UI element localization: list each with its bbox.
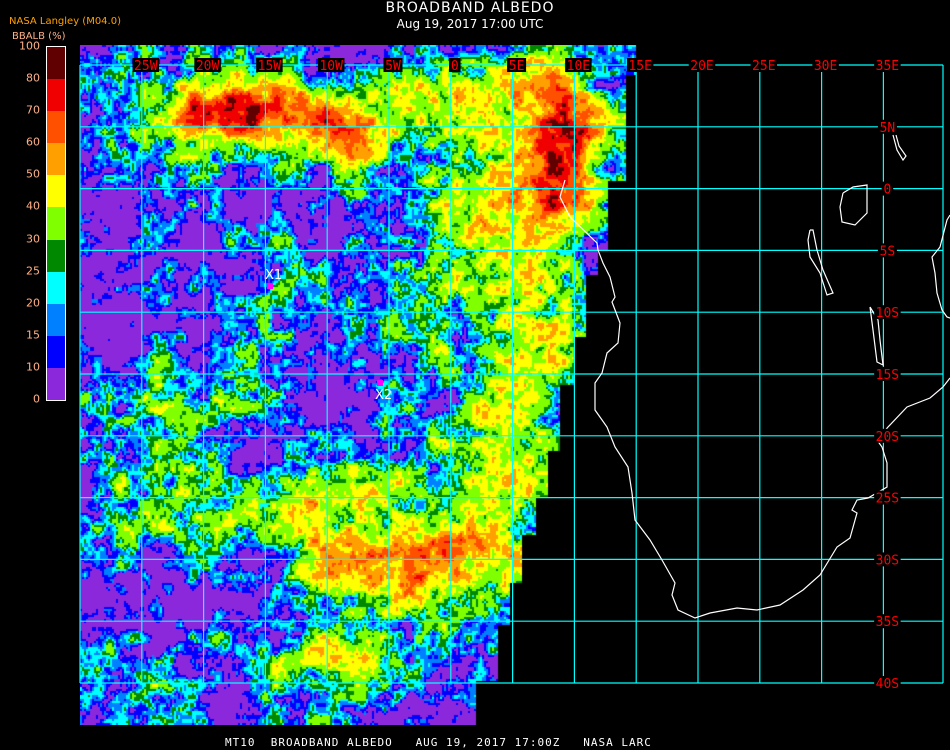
longitude-label: 30E [814, 59, 837, 74]
latitude-label: 40S [876, 677, 899, 692]
marker-x2-point [377, 380, 383, 386]
latitude-label: 35S [876, 615, 899, 630]
marker-x2-label: X2 [375, 388, 393, 403]
longitude-label: 20E [690, 59, 713, 74]
map-grid-overlay: 25W 20W 15W 10W 5W 0 5E 10E 15E 20E 25E 30E 35E 5N 0 5S… [79, 58, 950, 692]
longitude-label: 25E [752, 59, 775, 74]
longitude-label: 5W [385, 59, 401, 74]
longitude-label: 20W [196, 59, 220, 74]
longitude-label: 10W [319, 59, 343, 74]
footer-caption: MT10 BROADBAND ALBEDO AUG 19, 2017 17:00… [225, 736, 652, 749]
latitude-label: 15S [876, 368, 899, 383]
lake-shoreline [839, 184, 868, 226]
longitude-label: 5E [509, 59, 525, 74]
lake-shoreline [892, 134, 907, 162]
lake-shoreline [931, 214, 950, 319]
latitude-label: 30S [876, 553, 899, 568]
longitude-label: 15W [258, 59, 282, 74]
latitude-label: 5S [880, 244, 896, 259]
lake-shoreline [807, 229, 834, 296]
longitude-label: 15E [628, 59, 651, 74]
marker-x1-label: X1 [265, 268, 283, 283]
latitude-label: 0 [883, 183, 891, 198]
longitude-label: 10E [567, 59, 590, 74]
longitude-label: 25W [134, 59, 158, 74]
latitude-label: 5N [880, 121, 896, 136]
latitude-label: 20S [876, 430, 899, 445]
longitude-label: 0 [451, 59, 459, 74]
marker-x1-point [267, 283, 273, 289]
longitude-label: 35E [876, 59, 899, 74]
latitude-label: 25S [876, 492, 899, 507]
latitude-label: 10S [876, 306, 899, 321]
